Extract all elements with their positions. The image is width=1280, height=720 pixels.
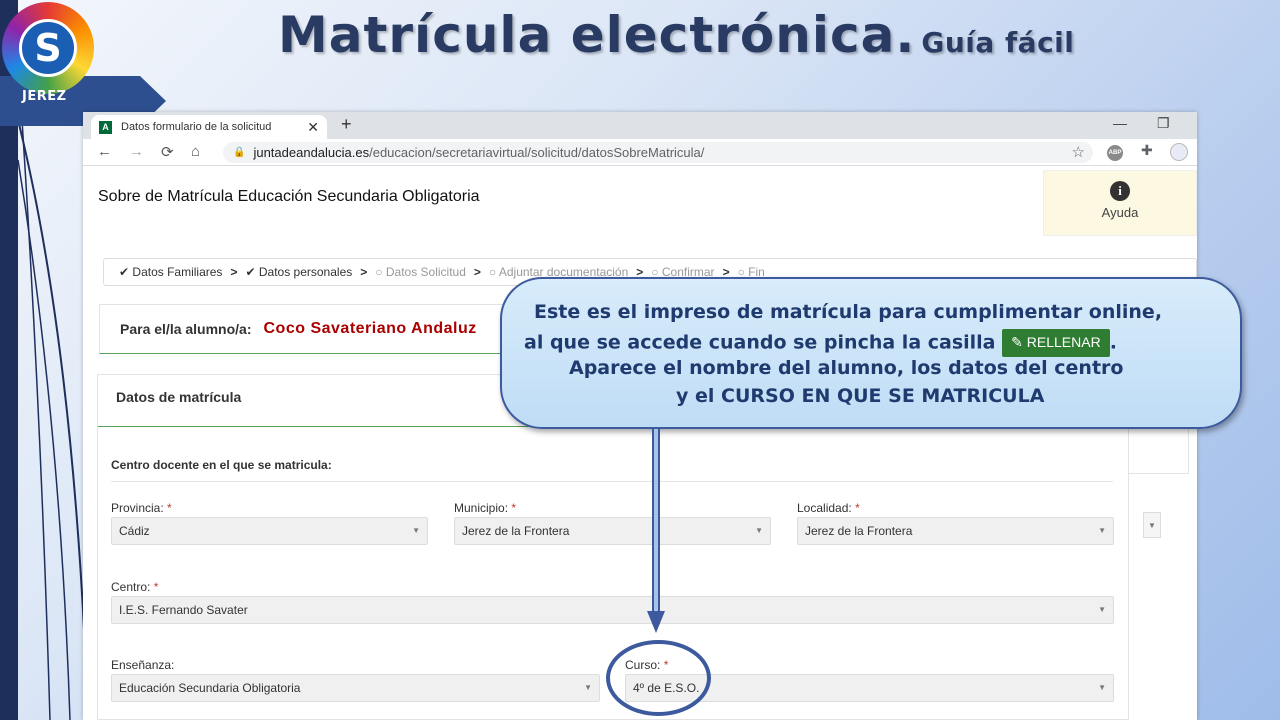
localidad-label: Localidad: * [797, 501, 860, 515]
student-name: Coco Savateriano Andaluz [263, 320, 477, 337]
page-content: Sobre de Matrícula Educación Secundaria … [83, 166, 1197, 720]
caret-icon: ▼ [584, 683, 592, 692]
new-tab-icon[interactable]: + [341, 114, 352, 135]
url-path: /educacion/secretariavirtual/solicitud/d… [369, 145, 705, 160]
rellenar-button: ✎ RELLENAR [1002, 329, 1110, 357]
slide-title-main: Matrícula electrónica. [278, 6, 916, 64]
tab-bar: A Datos formulario de la solicitud ✕ + —… [83, 112, 1197, 139]
url-domain: juntadeandalucia.es [253, 145, 370, 160]
check-circle-icon: ✔ [245, 265, 256, 279]
student-label: Para el/la alumno/a: [120, 321, 252, 337]
caret-icon: ▼ [755, 526, 763, 535]
caret-icon: ▼ [1098, 605, 1106, 614]
forward-icon[interactable]: → [129, 143, 144, 160]
callout-arrow-head [647, 611, 665, 633]
step-separator-icon: > [360, 265, 368, 279]
step-separator-icon: > [230, 265, 238, 279]
partial-select[interactable]: ▼ [1143, 512, 1161, 538]
caret-icon: ▼ [1098, 683, 1106, 692]
callout-line-2: al que se accede cuando se pincha la cas… [524, 329, 1117, 357]
step-0[interactable]: ✔ Datos Familiares [119, 265, 222, 279]
section-divider [111, 481, 1113, 482]
section-title: Centro docente en el que se matricula: [111, 458, 332, 472]
lock-icon: 🔒 [233, 147, 246, 158]
municipio-label: Municipio: * [454, 501, 517, 515]
info-icon: i [1110, 181, 1130, 201]
municipio-select[interactable]: Jerez de la Frontera ▼ [454, 517, 771, 545]
provincia-label: Provincia: * [111, 501, 172, 515]
callout-line-4: y el CURSO EN QUE SE MATRICULA [676, 385, 1045, 407]
step-label: Datos Familiares [132, 265, 223, 279]
step-label: Datos personales [258, 265, 353, 279]
junta-favicon-icon: A [99, 120, 112, 134]
step-label: Datos Solicitud [385, 265, 466, 279]
restore-icon[interactable]: ❐ [1157, 115, 1170, 132]
minimize-icon[interactable]: — [1113, 115, 1127, 131]
school-logo: S [2, 2, 94, 94]
logo-city: JEREZ [22, 89, 67, 104]
empty-circle-icon: ○ [375, 265, 383, 279]
adblock-icon[interactable]: ABP [1107, 145, 1123, 161]
slide-subtitle: Guía fácil [921, 26, 1075, 59]
localidad-select[interactable]: Jerez de la Frontera ▼ [797, 517, 1114, 545]
step-2[interactable]: ○ Datos Solicitud [375, 265, 466, 279]
home-icon[interactable]: ⌂ [191, 143, 200, 160]
page-title: Sobre de Matrícula Educación Secundaria … [98, 188, 480, 205]
close-tab-icon[interactable]: ✕ [307, 119, 319, 136]
callout-line-1: Este es el impreso de matrícula para cum… [534, 301, 1163, 323]
slide-title: Matrícula electrónica. Guía fácil [278, 6, 1074, 64]
caret-icon: ▼ [412, 526, 420, 535]
help-label: Ayuda [1101, 205, 1139, 220]
address-bar: ← → ⟳ ⌂ 🔒 juntadeandalucia.es/educacion/… [83, 139, 1197, 166]
highlight-circle [606, 640, 711, 716]
url-field[interactable]: 🔒 juntadeandalucia.es/educacion/secretar… [223, 142, 1093, 163]
explanation-callout: Este es el impreso de matrícula para cum… [500, 277, 1242, 429]
ensenanza-label: Enseñanza: [111, 658, 175, 672]
bookmark-star-icon[interactable]: ☆ [1072, 143, 1085, 161]
callout-arrow [652, 429, 660, 613]
callout-line-3: Aparece el nombre del alumno, los datos … [569, 357, 1124, 379]
centro-select[interactable]: I.E.S. Fernando Savater ▼ [111, 596, 1114, 624]
provincia-select[interactable]: Cádiz ▼ [111, 517, 428, 545]
help-button[interactable]: i Ayuda [1043, 170, 1197, 236]
ensenanza-select[interactable]: Educación Secundaria Obligatoria ▼ [111, 674, 600, 702]
logo-letter: S [19, 19, 77, 77]
browser-tab[interactable]: A Datos formulario de la solicitud ✕ [91, 115, 327, 139]
back-icon[interactable]: ← [97, 143, 112, 160]
extensions-icon[interactable]: ✚ [1141, 142, 1153, 159]
caret-icon: ▼ [1098, 526, 1106, 535]
tab-title: Datos formulario de la solicitud [121, 121, 272, 133]
step-separator-icon: > [473, 265, 481, 279]
reload-icon[interactable]: ⟳ [161, 143, 174, 161]
caret-icon: ▼ [1148, 521, 1156, 530]
check-circle-icon: ✔ [119, 265, 130, 279]
centro-label: Centro: * [111, 580, 159, 594]
step-1[interactable]: ✔ Datos personales [245, 265, 352, 279]
profile-avatar[interactable] [1170, 143, 1188, 161]
empty-circle-icon: ○ [488, 265, 497, 279]
